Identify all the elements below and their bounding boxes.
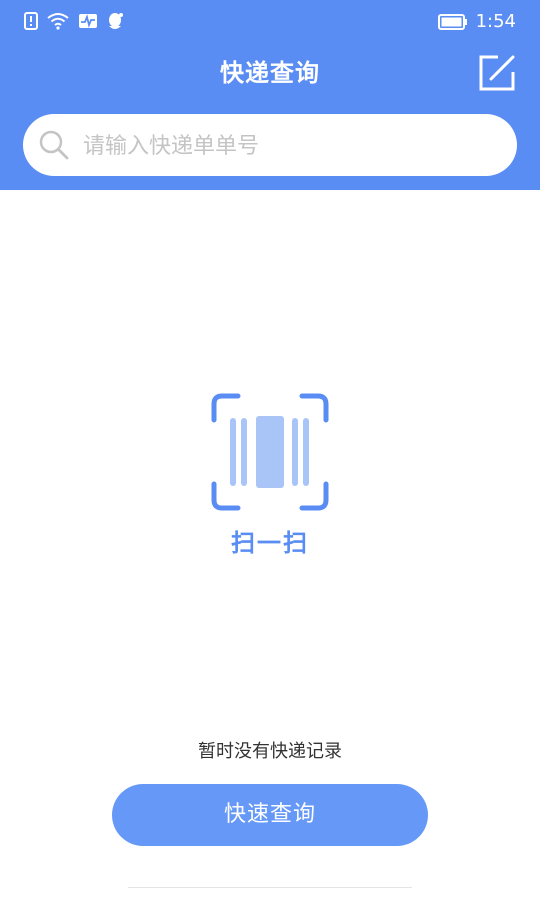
quick-query-button[interactable]: 快速查询 bbox=[112, 784, 428, 846]
scan-label: 扫一扫 bbox=[231, 529, 309, 557]
page-title: 快递查询 bbox=[220, 59, 320, 87]
scan-button[interactable]: 扫一扫 bbox=[196, 390, 344, 570]
status-bar: 1:54 bbox=[0, 0, 540, 44]
qq-penguin-icon bbox=[109, 13, 123, 29]
header: 1:54 快递查询 bbox=[0, 0, 540, 190]
notification-alert-icon bbox=[24, 12, 38, 30]
edit-button[interactable] bbox=[478, 54, 516, 92]
search-icon bbox=[39, 130, 69, 160]
status-time: 1:54 bbox=[475, 11, 516, 32]
barcode-scan-icon bbox=[211, 393, 329, 511]
activity-icon bbox=[79, 14, 97, 28]
search-bar[interactable] bbox=[23, 114, 517, 178]
bottom-divider bbox=[128, 887, 412, 888]
edit-icon bbox=[479, 55, 515, 91]
wifi-icon bbox=[47, 13, 69, 30]
status-icons bbox=[24, 12, 124, 30]
battery-icon bbox=[437, 14, 467, 30]
search-input[interactable] bbox=[81, 114, 505, 178]
status-right: 1:54 bbox=[437, 10, 516, 34]
empty-state-text: 暂时没有快递记录 bbox=[198, 741, 342, 762]
